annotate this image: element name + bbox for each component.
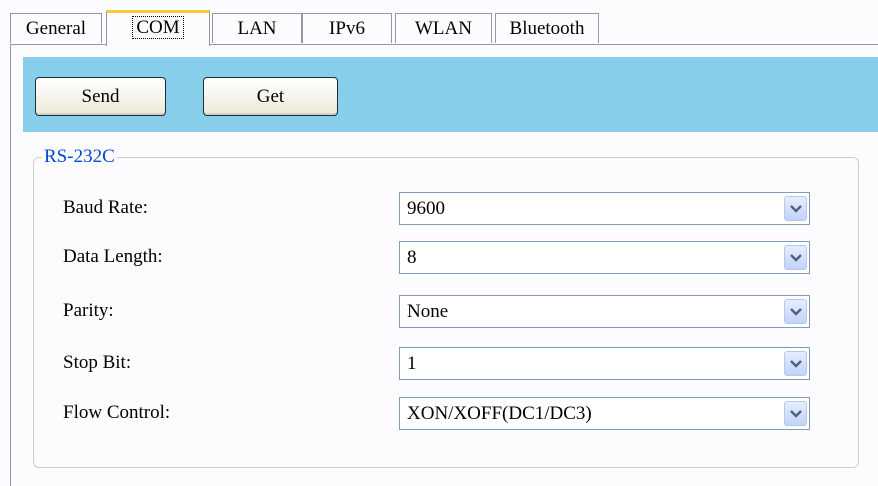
toolbar: Send Get [23,57,878,132]
chevron-down-icon[interactable] [784,245,807,270]
tab-general[interactable]: General [10,13,102,43]
data-length-label: Data Length: [63,246,163,267]
tab-com[interactable]: COM [106,10,210,46]
stop-bit-label: Stop Bit: [63,352,132,373]
stop-bit-value: 1 [407,353,417,374]
baud-rate-select[interactable]: 9600 [399,192,810,225]
stop-bit-select[interactable]: 1 [399,347,810,380]
group-legend: RS-232C [44,146,115,167]
baud-rate-value: 9600 [407,198,445,219]
data-length-value: 8 [407,247,417,268]
tab-lan[interactable]: LAN [212,13,302,43]
parity-select[interactable]: None [399,295,810,328]
chevron-down-icon[interactable] [784,196,807,221]
parity-value: None [407,301,449,322]
chevron-down-icon[interactable] [784,351,807,376]
baud-rate-label: Baud Rate: [63,197,148,218]
tab-label: COM [132,16,184,39]
flow-control-label: Flow Control: [63,402,171,423]
send-button[interactable]: Send [35,77,166,116]
tab-bluetooth[interactable]: Bluetooth [495,13,599,43]
tab-label: General [25,18,87,39]
tab-strip: General COM LAN IPv6 WLAN Bluetooth [0,0,878,46]
tab-label: Bluetooth [509,18,585,39]
flow-control-value: XON/XOFF(DC1/DC3) [407,403,592,424]
chevron-down-icon[interactable] [784,401,807,426]
flow-control-select[interactable]: XON/XOFF(DC1/DC3) [399,397,810,430]
tab-ipv6[interactable]: IPv6 [302,13,392,43]
tab-label: WLAN [415,18,472,39]
tab-label: IPv6 [329,18,365,39]
data-length-select[interactable]: 8 [399,241,810,274]
tab-label: LAN [237,18,277,39]
chevron-down-icon[interactable] [784,299,807,324]
get-button[interactable]: Get [203,77,338,116]
tab-wlan[interactable]: WLAN [395,13,492,43]
parity-label: Parity: [63,300,114,321]
